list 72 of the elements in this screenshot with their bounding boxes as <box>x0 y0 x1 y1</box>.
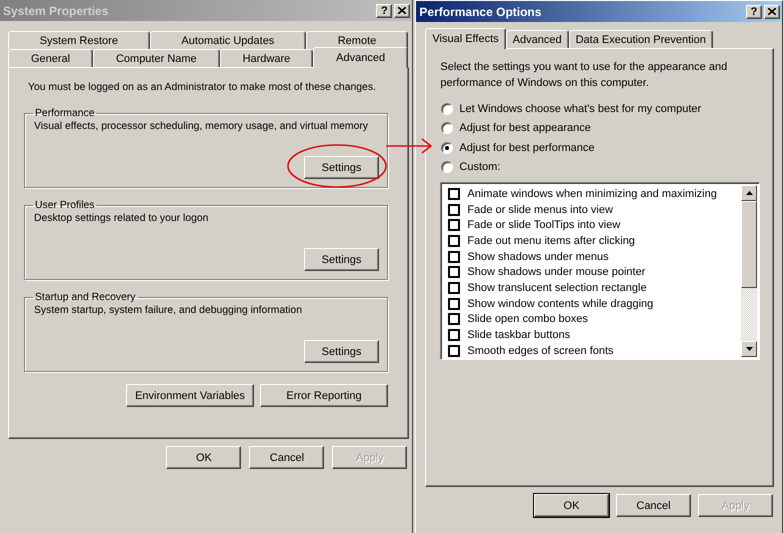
effect-label[interactable]: Smooth edges of screen fonts <box>467 344 614 357</box>
checkbox[interactable] <box>448 219 460 232</box>
help-button[interactable]: ? <box>746 4 762 18</box>
tab[interactable]: General <box>8 49 94 67</box>
effect-label[interactable]: Fade out menu items after clicking <box>467 234 635 247</box>
scrollbar[interactable] <box>741 185 758 357</box>
checkbox[interactable] <box>448 204 460 216</box>
scroll-up-button[interactable] <box>741 185 758 201</box>
tab[interactable]: Computer Name <box>93 49 220 67</box>
scroll-down-button[interactable] <box>741 341 758 357</box>
window-title: System Properties <box>3 4 110 18</box>
tab[interactable]: System Restore <box>8 31 150 49</box>
close-button[interactable] <box>764 4 780 18</box>
effect-label[interactable]: Fade or slide ToolTips into view <box>467 219 620 232</box>
group-title: User Profiles <box>34 200 96 211</box>
dialog-button[interactable]: OK <box>166 446 242 469</box>
effect-label[interactable]: Show shadows under mouse pointer <box>467 266 646 278</box>
settings-button[interactable]: Settings <box>304 248 379 271</box>
close-button[interactable] <box>394 4 410 18</box>
intro-text: Select the settings you want to use for the appearance and performance of Windows on this computer. <box>440 60 728 91</box>
option-label[interactable]: Let Windows choose what's best for my computer <box>459 102 702 115</box>
group-title: Performance <box>34 108 96 119</box>
tab[interactable]: Remote <box>306 31 408 49</box>
group-description: Desktop settings related to your logon <box>34 213 210 224</box>
checkbox[interactable] <box>448 298 460 310</box>
scroll-thumb[interactable] <box>741 201 758 288</box>
dialog-button[interactable]: Cancel <box>249 446 324 469</box>
notice-text: You must be logged on as an Administrator to make most of these changes. <box>28 82 377 93</box>
help-button[interactable]: ? <box>376 4 392 18</box>
dialog-button[interactable]: Cancel <box>616 494 691 517</box>
effect-label[interactable]: Show shadows under menus <box>467 250 609 263</box>
tab[interactable]: Hardware <box>220 49 314 67</box>
dialog-button[interactable]: Environment Variables <box>126 384 254 407</box>
dialog-button[interactable]: Error Reporting <box>260 384 388 407</box>
effect-label[interactable]: Animate windows when minimizing and maximizing <box>467 188 717 200</box>
tab[interactable]: Automatic Updates <box>150 31 306 49</box>
checkbox[interactable] <box>448 329 460 342</box>
window-title: Performance Options <box>419 4 542 18</box>
effect-label[interactable]: Show translucent selection rectangle <box>467 282 647 294</box>
checkbox[interactable] <box>448 188 460 200</box>
radio-button[interactable] <box>441 122 454 134</box>
down-arrow-icon <box>746 347 753 351</box>
tab[interactable]: Advanced <box>313 47 408 68</box>
group-description: System startup, system failure, and debugging information <box>34 305 303 316</box>
option-label[interactable]: Custom: <box>459 161 500 174</box>
group-title: Startup and Recovery <box>34 292 136 303</box>
checkbox[interactable] <box>448 266 460 278</box>
dialog-button[interactable]: OK <box>534 494 609 517</box>
option-label[interactable]: Adjust for best appearance <box>459 122 591 134</box>
tab[interactable]: Advanced <box>506 30 569 48</box>
effect-label[interactable]: Slide open combo boxes <box>467 313 588 326</box>
option-label[interactable]: Adjust for best performance <box>459 142 595 154</box>
radio-button[interactable] <box>441 102 454 115</box>
close-icon <box>398 7 406 14</box>
checkbox[interactable] <box>448 282 460 294</box>
close-icon <box>768 8 776 15</box>
settings-button[interactable]: Settings <box>304 340 379 363</box>
checkbox[interactable] <box>448 250 460 263</box>
checkbox[interactable] <box>448 234 460 247</box>
effect-label[interactable]: Show window contents while dragging <box>467 298 654 310</box>
checkbox[interactable] <box>448 344 460 357</box>
radio-button[interactable] <box>441 142 454 154</box>
group-description: Visual effects, processor scheduling, memory usage, and virtual memory <box>34 121 370 132</box>
annotation-arrow <box>386 138 432 154</box>
tab[interactable]: Visual Effects <box>425 28 506 49</box>
radio-button[interactable] <box>441 161 454 174</box>
up-arrow-icon <box>746 191 753 195</box>
effect-label[interactable]: Fade or slide menus into view <box>467 204 613 216</box>
checkbox[interactable] <box>448 313 460 326</box>
tab[interactable]: Data Execution Prevention <box>568 30 713 48</box>
settings-button[interactable]: Settings <box>304 156 379 179</box>
effect-label[interactable]: Slide taskbar buttons <box>467 329 570 342</box>
